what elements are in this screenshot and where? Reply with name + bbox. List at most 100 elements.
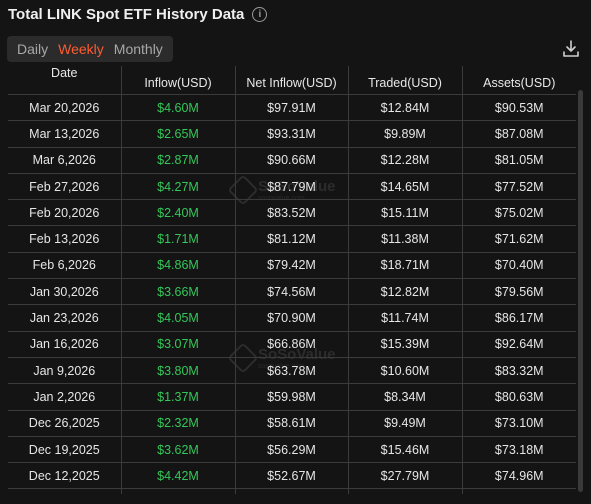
cell-net-inflow: $79.42M (235, 252, 349, 280)
cell-date: Feb 20,2026 (8, 199, 122, 227)
cell-assets: $81.05M (462, 147, 576, 174)
cell-date: Dec 12,2025 (8, 462, 122, 490)
table-row: Feb 6,2026 $4.86M $79.42M $18.71M $70.40M (8, 252, 576, 280)
info-icon[interactable]: i (252, 7, 268, 22)
column-header-traded[interactable]: Traded(USD) (348, 66, 463, 95)
cell-assets: $74.96M (462, 462, 576, 490)
cell-date: Dec 5,2025 (8, 488, 122, 494)
table-header-row: Date Inflow(USD) Net Inflow(USD) Traded(… (8, 66, 576, 95)
cell-traded: $12.28M (348, 147, 463, 174)
cell-inflow: $4.86M (121, 252, 236, 280)
table-row: Feb 20,2026 $2.40M $83.52M $15.11M $75.02M (8, 199, 576, 227)
cell-net-inflow: $52.67M (235, 462, 349, 490)
cell-traded: $9.89M (348, 120, 463, 148)
cell-net-inflow: $83.52M (235, 199, 349, 227)
cell-assets: $73.18M (462, 436, 576, 464)
cell-net-inflow: $70.90M (235, 304, 349, 332)
table-row: Dec 19,2025 $3.62M $56.29M $15.46M $73.18M (8, 436, 576, 464)
cell-date: Dec 19,2025 (8, 436, 122, 464)
cell-inflow: $3.80M (121, 357, 236, 385)
cell-assets: $92.64M (462, 331, 576, 358)
table-row: Feb 13,2026 $1.71M $81.12M $11.38M $71.62M (8, 225, 576, 253)
column-header-assets[interactable]: Assets(USD) (462, 66, 576, 95)
cell-net-inflow: $81.12M (235, 225, 349, 253)
cell-net-inflow: $63.78M (235, 357, 349, 385)
cell-assets: $90.53M (462, 94, 576, 122)
cell-assets: $77.52M (462, 173, 576, 201)
cell-traded: $14.65M (348, 173, 463, 201)
cell-date: Jan 30,2026 (8, 278, 122, 306)
table-row: Dec 26,2025 $2.32M $58.61M $9.49M $73.10M (8, 410, 576, 437)
download-icon[interactable] (561, 39, 581, 59)
cell-inflow: $3.66M (121, 278, 236, 306)
cell-net-inflow: $87.79M (235, 173, 349, 201)
cell-net-inflow: $56.29M (235, 436, 349, 464)
cell-traded: $18.71M (348, 252, 463, 280)
cell-inflow: $1.71M (121, 225, 236, 253)
cell-net-inflow: $58.61M (235, 410, 349, 437)
header: Total LINK Spot ETF History Data i (8, 6, 268, 23)
cell-date: Jan 16,2026 (8, 331, 122, 358)
cell-date: Mar 20,2026 (8, 94, 122, 122)
period-tabs: Daily Weekly Monthly (7, 36, 173, 62)
cell-traded: $34.52M (348, 488, 463, 494)
cell-traded: $15.39M (348, 331, 463, 358)
cell-assets: $73.10M (462, 410, 576, 437)
cell-net-inflow: $59.98M (235, 383, 349, 411)
cell-date: Jan 9,2026 (8, 357, 122, 385)
cell-date: Mar 13,2026 (8, 120, 122, 148)
cell-date: Jan 23,2026 (8, 304, 122, 332)
cell-net-inflow: $66.86M (235, 331, 349, 358)
table-row: Feb 27,2026 $4.27M $87.79M $14.65M $77.52M (8, 173, 576, 201)
column-header-inflow[interactable]: Inflow(USD) (121, 66, 236, 95)
cell-traded: $8.34M (348, 383, 463, 411)
table-row: Mar 6,2026 $2.87M $90.66M $12.28M $81.05M (8, 147, 576, 174)
cell-traded: $11.38M (348, 225, 463, 253)
cell-assets: $83.32M (462, 357, 576, 385)
cell-traded: $15.46M (348, 436, 463, 464)
cell-traded: $11.74M (348, 304, 463, 332)
page-title: Total LINK Spot ETF History Data (8, 6, 245, 23)
tab-daily[interactable]: Daily (12, 41, 53, 57)
cell-traded: $15.11M (348, 199, 463, 227)
cell-date: Feb 27,2026 (8, 173, 122, 201)
table-body: Mar 20,2026 $4.60M $97.91M $12.84M $90.53M Ma… (8, 94, 576, 494)
table-scrollbar[interactable] (578, 90, 583, 492)
tab-monthly[interactable]: Monthly (109, 41, 168, 57)
cell-date: Feb 6,2026 (8, 252, 122, 280)
cell-date: Jan 2,2026 (8, 383, 122, 411)
cell-date: Feb 13,2026 (8, 225, 122, 253)
table-row: Mar 13,2026 $2.65M $93.31M $9.89M $87.08M (8, 120, 576, 148)
cell-inflow: $1.37M (121, 383, 236, 411)
cell-date: Mar 6,2026 (8, 147, 122, 174)
table-row: Mar 20,2026 $4.60M $97.91M $12.84M $90.53M (8, 94, 576, 122)
etf-history-table: Date Inflow(USD) Net Inflow(USD) Traded(… (8, 66, 576, 494)
table-row: Jan 23,2026 $4.05M $70.90M $11.74M $86.17M (8, 304, 576, 332)
table-row: Jan 16,2026 $3.07M $66.86M $15.39M $92.64M (8, 331, 576, 358)
cell-assets: $70.64M (462, 488, 576, 494)
cell-assets: $86.17M (462, 304, 576, 332)
table-row: Jan 30,2026 $3.66M $74.56M $12.82M $79.56M (8, 278, 576, 306)
cell-net-inflow: $97.91M (235, 94, 349, 122)
etf-history-table-container: Date Inflow(USD) Net Inflow(USD) Traded(… (8, 66, 576, 494)
cell-inflow: $2.65M (121, 120, 236, 148)
cell-assets: $71.62M (462, 225, 576, 253)
column-header-date[interactable]: Date (8, 66, 122, 95)
cell-inflow: $48.25M (121, 488, 236, 494)
table-row: Dec 5,2025$48.25M$48.25M$34.52M$70.64M (8, 488, 576, 494)
cell-assets: $70.40M (462, 252, 576, 280)
table-row: Dec 12,2025 $4.42M $52.67M $27.79M $74.96M (8, 462, 576, 490)
cell-inflow: $2.32M (121, 410, 236, 437)
table-row: Jan 9,2026 $3.80M $63.78M $10.60M $83.32M (8, 357, 576, 385)
cell-net-inflow: $90.66M (235, 147, 349, 174)
cell-inflow: $3.62M (121, 436, 236, 464)
column-header-net-inflow[interactable]: Net Inflow(USD) (235, 66, 349, 95)
cell-inflow: $4.42M (121, 462, 236, 490)
cell-assets: $87.08M (462, 120, 576, 148)
tab-weekly[interactable]: Weekly (53, 41, 109, 57)
cell-inflow: $4.27M (121, 173, 236, 201)
cell-net-inflow: $93.31M (235, 120, 349, 148)
cell-assets: $79.56M (462, 278, 576, 306)
cell-inflow: $2.40M (121, 199, 236, 227)
cell-inflow: $4.05M (121, 304, 236, 332)
